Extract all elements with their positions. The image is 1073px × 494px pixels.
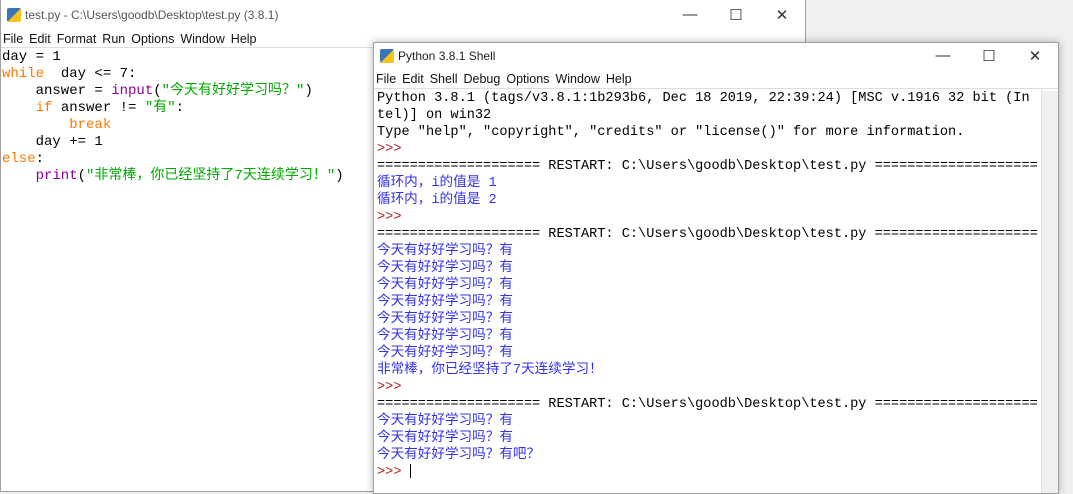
menu-format[interactable]: Format — [57, 32, 97, 46]
shell-line: 今天有好好学习吗？有吧？ — [377, 447, 1057, 464]
menu-window[interactable]: Window — [180, 32, 224, 46]
shell-line: tel)] on win32 — [377, 107, 1057, 124]
shell-line: >>> — [377, 379, 1057, 396]
editor-title-bar[interactable]: test.py - C:\Users\goodb\Desktop\test.py… — [1, 0, 805, 30]
shell-line: 今天有好好学习吗？有 — [377, 294, 1057, 311]
shell-line: 今天有好好学习吗？有 — [377, 311, 1057, 328]
shell-text: tel)] on win32 — [377, 108, 492, 123]
code-token: ( — [153, 83, 162, 99]
menu-run[interactable]: Run — [102, 32, 125, 46]
shell-line: 今天有好好学习吗？有 — [377, 328, 1057, 345]
maximize-button[interactable]: ☐ — [966, 47, 1012, 65]
shell-text: 今天有好好学习吗？有 — [377, 261, 513, 276]
shell-line: ==================== RESTART: C:\Users\g… — [377, 396, 1057, 413]
maximize-button[interactable]: ☐ — [713, 6, 759, 24]
close-button[interactable]: ✕ — [759, 6, 805, 24]
shell-line: 循环内，i的值是 1 — [377, 175, 1057, 192]
shell-window: Python 3.8.1 Shell — ☐ ✕ File Edit Shell Debu… — [373, 42, 1059, 494]
shell-text: >>> — [377, 142, 402, 157]
menu-edit[interactable]: Edit — [29, 32, 51, 46]
shell-text: 今天有好好学习吗？有 — [377, 295, 513, 310]
shell-menu-bar: File Edit Shell Debug Options Window Help — [374, 69, 1058, 89]
close-button[interactable]: ✕ — [1012, 47, 1058, 65]
code-token: while — [2, 66, 45, 82]
shell-text: 非常棒，你已经坚持了7天连续学习！ — [377, 363, 603, 378]
shell-line: >>> — [377, 141, 1057, 158]
menu-window[interactable]: Window — [555, 72, 599, 86]
code-token: ( — [77, 168, 87, 184]
shell-title-bar[interactable]: Python 3.8.1 Shell — ☐ ✕ — [374, 43, 1058, 69]
vertical-scrollbar[interactable] — [1041, 91, 1058, 493]
code-token: "非常棒，你已经坚持了7天连续学习！" — [86, 168, 336, 184]
code-token: answer != — [52, 100, 145, 116]
code-token: "有" — [144, 100, 176, 116]
shell-line: 今天有好好学习吗？有 — [377, 345, 1057, 362]
shell-text: 今天有好好学习吗？有 — [377, 414, 513, 429]
shell-text: 今天有好好学习吗？有 — [377, 346, 513, 361]
code-token: : — [175, 100, 185, 116]
code-token: else — [2, 151, 36, 167]
code-token: ) — [335, 168, 344, 184]
code-token: day = 1 — [2, 49, 61, 65]
shell-text: >>> — [377, 380, 402, 395]
text-cursor — [409, 464, 411, 479]
menu-options[interactable]: Options — [506, 72, 549, 86]
shell-text: >>> — [377, 210, 402, 225]
shell-line: ==================== RESTART: C:\Users\g… — [377, 226, 1057, 243]
shell-text: ==================== RESTART: C:\Users\g… — [377, 227, 1038, 242]
shell-text: ==================== RESTART: C:\Users\g… — [377, 397, 1038, 412]
idle-file-icon — [7, 8, 21, 22]
idle-shell-icon — [380, 49, 394, 63]
code-token: print — [2, 168, 78, 184]
shell-line: >>> — [377, 209, 1057, 226]
shell-text: 今天有好好学习吗？有吧？ — [377, 448, 541, 463]
menu-help[interactable]: Help — [231, 32, 257, 46]
code-token: ) — [304, 83, 313, 99]
shell-text: 循环内，i的值是 2 — [377, 193, 497, 208]
shell-text: Python 3.8.1 (tags/v3.8.1:1b293b6, Dec 1… — [377, 91, 1030, 106]
shell-line: 循环内，i的值是 2 — [377, 192, 1057, 209]
shell-text: 今天有好好学习吗？有 — [377, 278, 513, 293]
code-token: day <= 7: — [44, 66, 137, 82]
code-token: day += 1 — [2, 134, 103, 150]
editor-title: test.py - C:\Users\goodb\Desktop\test.py… — [25, 8, 279, 22]
shell-output[interactable]: Python 3.8.1 (tags/v3.8.1:1b293b6, Dec 1… — [374, 89, 1058, 482]
shell-line: Python 3.8.1 (tags/v3.8.1:1b293b6, Dec 1… — [377, 90, 1057, 107]
shell-title: Python 3.8.1 Shell — [398, 49, 496, 63]
menu-help[interactable]: Help — [606, 72, 632, 86]
shell-text: >>> — [377, 465, 410, 480]
code-token: if — [2, 100, 53, 116]
code-token: : — [35, 151, 45, 167]
shell-line: 今天有好好学习吗？有 — [377, 413, 1057, 430]
shell-text: 今天有好好学习吗？有 — [377, 244, 513, 259]
shell-text: 今天有好好学习吗？有 — [377, 329, 513, 344]
code-token: break — [2, 117, 112, 133]
shell-line: ==================== RESTART: C:\Users\g… — [377, 158, 1057, 175]
shell-line: >>> — [377, 464, 1057, 481]
menu-options[interactable]: Options — [131, 32, 174, 46]
shell-line: 今天有好好学习吗？有 — [377, 277, 1057, 294]
minimize-button[interactable]: — — [667, 6, 713, 24]
code-token: input — [111, 83, 154, 99]
menu-debug[interactable]: Debug — [464, 72, 501, 86]
shell-text: 循环内，i的值是 1 — [377, 176, 497, 191]
shell-text: 今天有好好学习吗？有 — [377, 312, 513, 327]
shell-text: ==================== RESTART: C:\Users\g… — [377, 159, 1038, 174]
shell-text: 今天有好好学习吗？有 — [377, 431, 513, 446]
menu-file[interactable]: File — [376, 72, 396, 86]
shell-line: Type "help", "copyright", "credits" or "… — [377, 124, 1057, 141]
shell-line: 今天有好好学习吗？有 — [377, 430, 1057, 447]
code-token: "今天有好好学习吗？" — [161, 83, 305, 99]
menu-shell[interactable]: Shell — [430, 72, 458, 86]
shell-line: 非常棒，你已经坚持了7天连续学习！ — [377, 362, 1057, 379]
shell-line: 今天有好好学习吗？有 — [377, 243, 1057, 260]
shell-line: 今天有好好学习吗？有 — [377, 260, 1057, 277]
menu-file[interactable]: File — [3, 32, 23, 46]
menu-edit[interactable]: Edit — [402, 72, 424, 86]
code-token: answer = — [2, 83, 112, 99]
minimize-button[interactable]: — — [920, 47, 966, 65]
shell-text: Type "help", "copyright", "credits" or "… — [377, 125, 965, 140]
